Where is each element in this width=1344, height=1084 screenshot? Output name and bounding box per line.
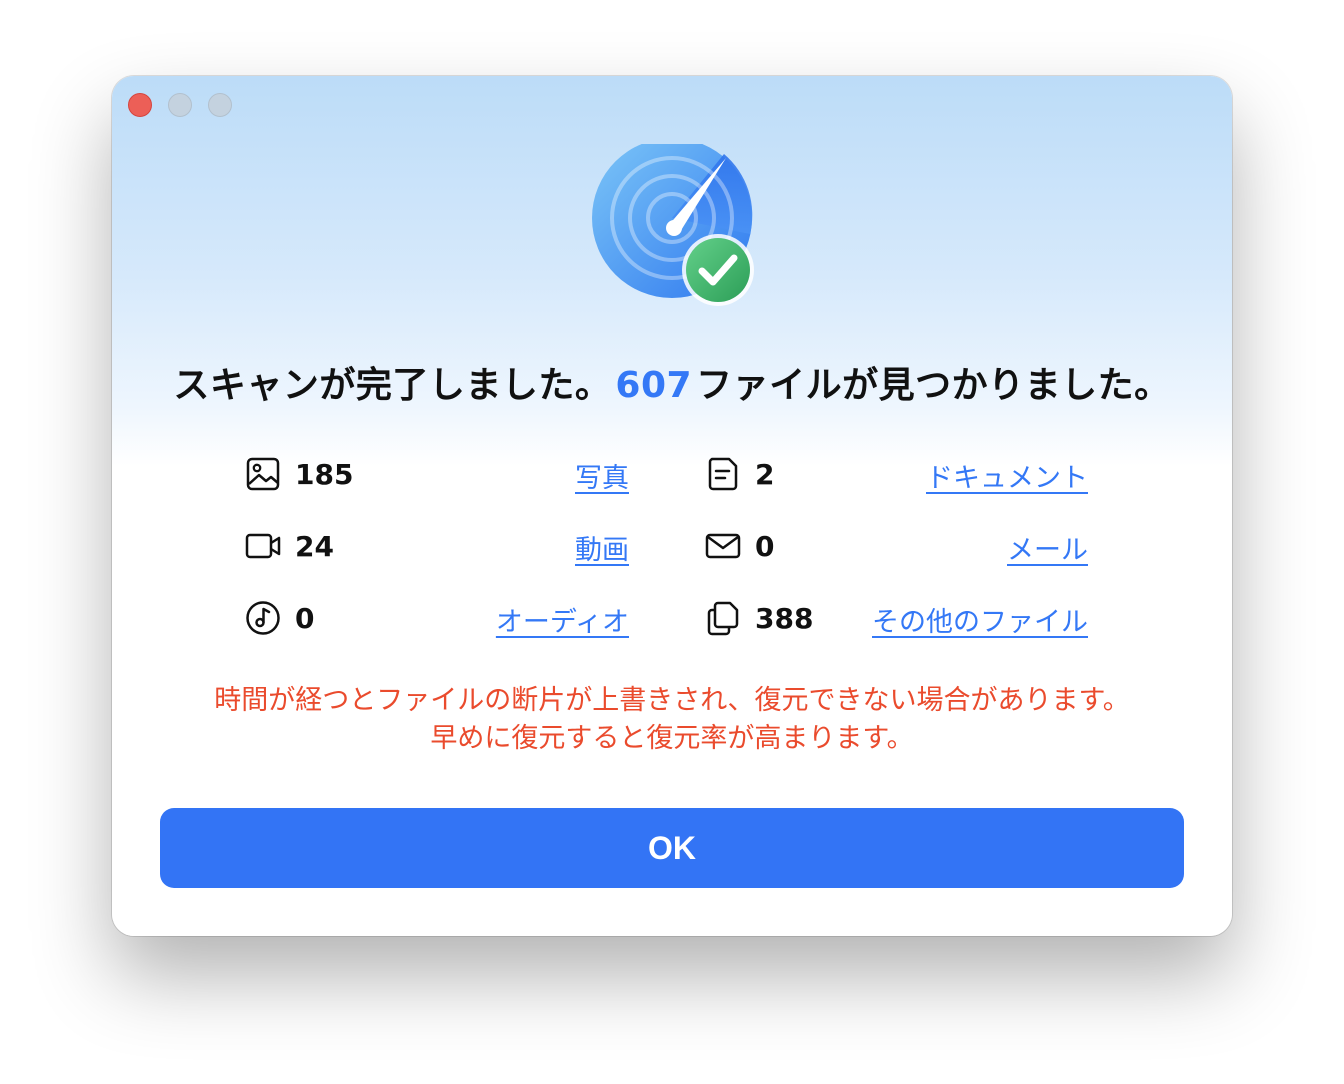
document-link[interactable]: ドキュメント <box>926 456 1088 495</box>
other-files-icon <box>707 601 739 636</box>
other-files-count: 388 <box>755 602 814 635</box>
headline-suffix: ファイルが見つかりました。 <box>696 365 1171 406</box>
video-link[interactable]: 動画 <box>575 528 629 567</box>
photo-count: 185 <box>295 458 354 491</box>
audio-link[interactable]: オーディオ <box>496 600 629 639</box>
warning-line-2: 早めに復元すると復元率が高まります。 <box>430 723 914 754</box>
mail-link[interactable]: メール <box>1007 528 1088 567</box>
other-files-link[interactable]: その他のファイル <box>872 600 1088 639</box>
stat-video: 24 動画 <box>245 526 629 566</box>
scan-result-dialog: スキャンが完了しました。 607 ファイルが見つかりました。 185 写真 2 ドキ… <box>112 76 1232 936</box>
minimize-window-button[interactable] <box>168 93 192 117</box>
video-count: 24 <box>295 530 334 563</box>
scan-complete-gauge-check-icon <box>592 144 754 306</box>
stat-mail: 0 メール <box>705 526 1088 566</box>
close-window-button[interactable] <box>128 93 152 117</box>
zoom-window-button[interactable] <box>208 93 232 117</box>
audio-count: 0 <box>295 602 315 635</box>
document-icon <box>708 457 738 491</box>
audio-icon <box>246 601 280 635</box>
photo-link[interactable]: 写真 <box>575 456 629 495</box>
photo-icon <box>246 457 280 491</box>
mail-count: 0 <box>755 530 775 563</box>
headline-prefix: スキャンが完了しました。 <box>173 365 612 406</box>
ok-button[interactable]: OK <box>160 808 1184 888</box>
stat-document: 2 ドキュメント <box>705 454 1088 494</box>
found-file-count: 607 <box>615 365 693 406</box>
mail-icon <box>705 533 741 559</box>
stat-audio: 0 オーディオ <box>245 598 629 638</box>
warning-line-1: 時間が経つとファイルの断片が上書きされ、復元できない場合があります。 <box>214 685 1130 716</box>
overwrite-warning: 時間が経つとファイルの断片が上書きされ、復元できない場合があります。 早めに復元… <box>112 682 1232 758</box>
stat-other-files: 388 その他のファイル <box>705 598 1088 638</box>
stat-photo: 185 写真 <box>245 454 629 494</box>
document-count: 2 <box>755 458 775 491</box>
scan-result-headline: スキャンが完了しました。 607 ファイルが見つかりました。 <box>112 356 1232 408</box>
video-icon <box>245 533 281 559</box>
